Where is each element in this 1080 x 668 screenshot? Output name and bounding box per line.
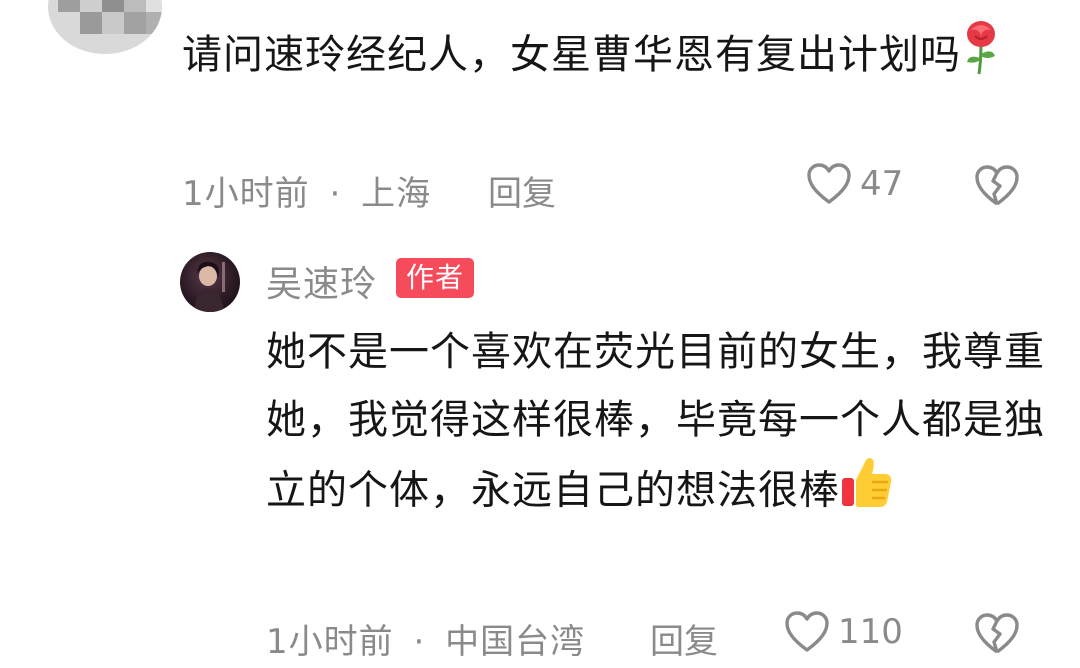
comment-location: 上海 bbox=[361, 174, 432, 214]
avatar-figure-icon bbox=[194, 261, 225, 312]
author-badge: 作者 bbox=[396, 258, 475, 298]
comment-like-count: 47 bbox=[860, 164, 904, 204]
comment-text: 请问速玲经纪人，女星曹华恩有复出计划吗 bbox=[182, 18, 1022, 96]
reply-body: 她不是一个喜欢在荧光目前的女生，我尊重她，我觉得这样很棒，毕竟每一个人都是独立的… bbox=[266, 329, 1045, 514]
meta-separator: · bbox=[329, 174, 342, 214]
comment-dislike-button[interactable] bbox=[974, 164, 1020, 212]
broken-heart-icon bbox=[975, 165, 1019, 206]
comment-meta: 1小时前 · 上海 bbox=[182, 166, 431, 215]
heart-icon bbox=[785, 611, 829, 652]
reply-like-button[interactable]: 110 bbox=[784, 610, 903, 654]
comment-like-button[interactable]: 47 bbox=[806, 162, 903, 206]
reply-text: 她不是一个喜欢在荧光目前的女生，我尊重她，我觉得这样很棒，毕竟每一个人都是独立的… bbox=[266, 318, 1046, 531]
broken-heart-icon bbox=[975, 613, 1019, 654]
author-name[interactable]: 吴速玲 bbox=[266, 255, 377, 307]
reply-meta: 1小时前 · 中国台湾 bbox=[266, 614, 585, 663]
comment-reply-button[interactable]: 回复 bbox=[488, 166, 556, 215]
reply-time: 1小时前 bbox=[266, 622, 394, 662]
reply-location: 中国台湾 bbox=[445, 622, 586, 662]
rose-icon bbox=[961, 18, 1001, 96]
reply-like-count: 110 bbox=[838, 612, 903, 652]
author-avatar[interactable] bbox=[180, 252, 240, 312]
reply-reply-button[interactable]: 回复 bbox=[650, 614, 718, 663]
comment-body: 请问速玲经纪人，女星曹华恩有复出计划吗 bbox=[182, 32, 961, 78]
meta-separator: · bbox=[413, 622, 426, 662]
comment-time: 1小时前 bbox=[182, 174, 310, 214]
thumbs-up-icon bbox=[840, 454, 894, 531]
heart-icon bbox=[807, 163, 851, 204]
reply-dislike-button[interactable] bbox=[974, 612, 1020, 660]
commenter-avatar[interactable] bbox=[48, 0, 162, 54]
